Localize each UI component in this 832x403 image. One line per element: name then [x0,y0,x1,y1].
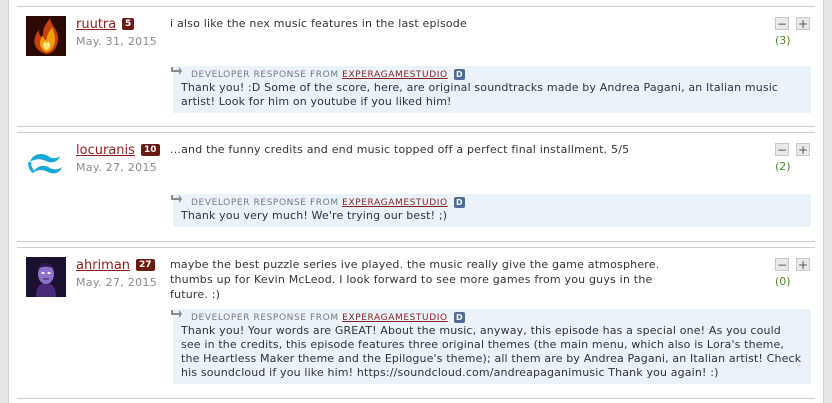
developer-studio-link[interactable]: EXPERAGAMESTUDIO [342,313,448,323]
developer-response-label: DEVELOPER RESPONSE FROM [191,70,339,80]
developer-response: DEVELOPER RESPONSE FROM EXPERAGAMESTUDIO… [171,66,811,113]
developer-badge: D [454,312,466,323]
developer-response-label: DEVELOPER RESPONSE FROM [191,198,339,208]
username-link[interactable]: ahriman [76,258,130,273]
developer-badge: D [454,197,466,208]
user-avatar[interactable] [26,142,66,182]
reply-arrow-icon [171,310,182,318]
review-date: May. 27, 2015 [76,161,158,174]
developer-badge: D [454,69,466,80]
developer-studio-link[interactable]: EXPERAGAMESTUDIO [342,198,448,208]
fire-avatar-icon [26,16,66,56]
review-text: ...and the funny credits and end music t… [170,143,630,156]
review-item: ahriman 27 May. 27, 2015 maybe the best … [9,249,823,399]
user-level-badge: 27 [136,259,155,271]
vote-down-button[interactable]: − [775,258,789,271]
developer-response: DEVELOPER RESPONSE FROM EXPERAGAMESTUDIO… [171,309,811,384]
username-link[interactable]: locuranis [76,143,135,158]
developer-studio-link[interactable]: EXPERAGAMESTUDIO [342,70,448,80]
developer-response-header: DEVELOPER RESPONSE FROM EXPERAGAMESTUDIO… [181,69,803,81]
developer-response-header: DEVELOPER RESPONSE FROM EXPERAGAMESTUDIO… [181,197,803,209]
developer-response-header: DEVELOPER RESPONSE FROM EXPERAGAMESTUDIO… [181,312,803,324]
review-text: i also like the nex music features in th… [170,17,467,30]
character-avatar-icon [26,257,66,297]
divider [17,241,815,242]
divider [17,6,815,7]
user-level-badge: 10 [141,144,160,156]
vote-score: (0) [775,275,791,288]
username-link[interactable]: ruutra [76,17,116,32]
divider [17,132,815,133]
divider [17,247,815,248]
review-date: May. 31, 2015 [76,35,158,48]
vote-score: (2) [775,160,791,173]
divider [17,126,815,127]
divider [17,398,815,399]
developer-response-text: Thank you! :D Some of the score, here, a… [181,81,779,108]
reply-arrow-icon [171,195,182,203]
review-item: locuranis 10 May. 27, 2015 ...and the fu… [9,134,823,244]
vote-down-button[interactable]: − [775,17,789,30]
user-level-badge: 5 [122,18,135,30]
review-item: ruutra 5 May. 31, 2015 i also like the n… [9,8,823,126]
reply-arrow-icon [171,67,182,75]
wave-avatar-icon [26,142,66,182]
review-text: maybe the best puzzle series ive played.… [170,258,660,301]
vote-up-button[interactable]: + [796,143,810,156]
developer-response-text: Thank you! Your words are GREAT! About t… [181,324,802,379]
developer-response: DEVELOPER RESPONSE FROM EXPERAGAMESTUDIO… [171,194,811,227]
user-avatar[interactable] [26,16,66,56]
vote-up-button[interactable]: + [796,17,810,30]
developer-response-text: Thank you very much! We're trying our be… [181,209,448,222]
developer-response-label: DEVELOPER RESPONSE FROM [191,313,339,323]
review-date: May. 27, 2015 [76,276,158,289]
user-avatar[interactable] [26,257,66,297]
vote-up-button[interactable]: + [796,258,810,271]
reviews-panel: ruutra 5 May. 31, 2015 i also like the n… [8,0,824,403]
vote-score: (3) [775,34,791,47]
vote-down-button[interactable]: − [775,143,789,156]
